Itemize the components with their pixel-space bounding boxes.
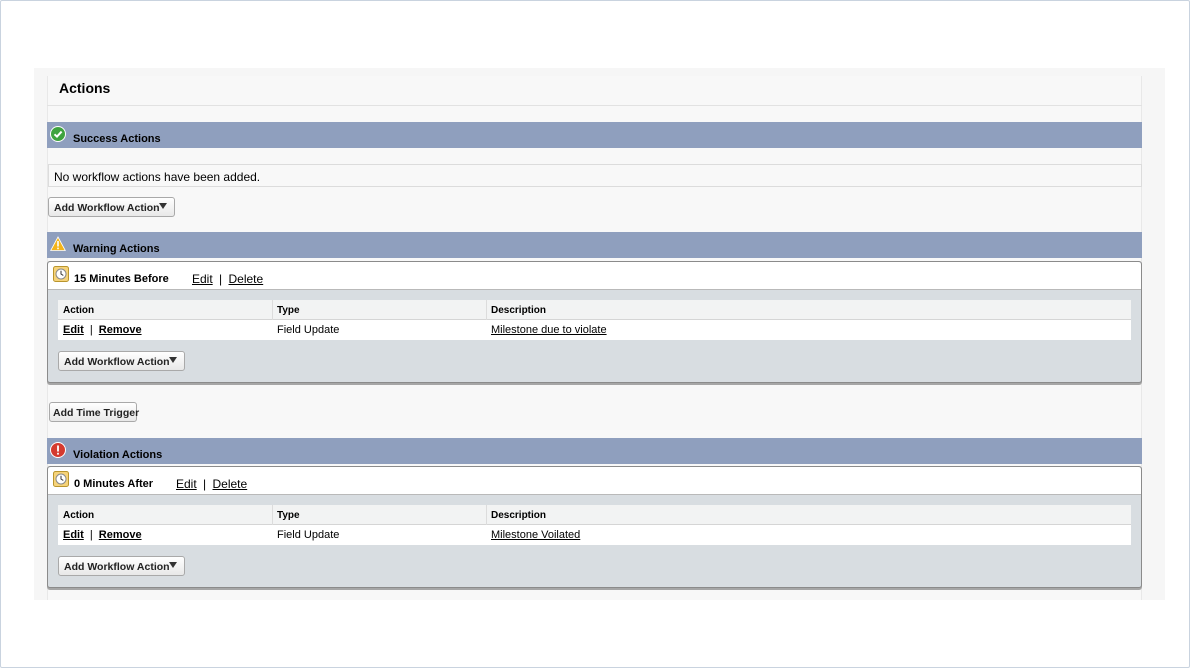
add-workflow-action-label: Add Workflow Action <box>54 202 160 214</box>
error-circle-icon <box>50 442 66 458</box>
link-separator: | <box>89 324 93 336</box>
row-remove-link[interactable]: Remove <box>99 324 142 336</box>
trigger-edit-link[interactable]: Edit <box>192 272 213 286</box>
table-row: Edit | Remove Field Update Milestone Voi… <box>58 525 1131 545</box>
column-header-type: Type <box>277 510 300 521</box>
add-workflow-action-label: Add Workflow Action <box>64 356 170 368</box>
row-remove-link[interactable]: Remove <box>99 529 142 541</box>
column-header-description: Description <box>491 510 547 521</box>
success-actions-header: Success Actions <box>47 122 1142 148</box>
time-trigger-header: 15 Minutes Before Edit | Delete <box>48 262 1141 290</box>
trigger-name: 0 Minutes After <box>74 478 154 490</box>
success-add-workflow-action-button[interactable]: Add Workflow Action <box>48 197 175 217</box>
row-description-link[interactable]: Milestone due to violate <box>491 324 607 336</box>
add-workflow-action-label: Add Workflow Action <box>64 561 170 573</box>
title-divider <box>47 105 1142 106</box>
trigger-links: Edit | Delete <box>176 477 247 491</box>
column-divider <box>486 300 487 320</box>
column-divider <box>486 505 487 525</box>
success-actions-label: Success Actions <box>73 133 161 145</box>
check-circle-icon <box>50 126 66 142</box>
empty-actions-message: No workflow actions have been added. <box>54 170 261 184</box>
trigger-delete-link[interactable]: Delete <box>229 272 264 286</box>
trigger-name: 15 Minutes Before <box>74 273 169 285</box>
trigger-links: Edit | Delete <box>192 272 263 286</box>
row-edit-link[interactable]: Edit <box>63 529 84 541</box>
warning-add-workflow-action-button[interactable]: Add Workflow Action <box>58 351 185 371</box>
time-trigger-header: 0 Minutes After Edit | Delete <box>48 467 1141 495</box>
clock-icon <box>53 266 69 282</box>
empty-actions-box: No workflow actions have been added. <box>48 164 1142 187</box>
add-time-trigger-label: Add Time Trigger <box>53 407 140 419</box>
warning-time-trigger: 15 Minutes Before Edit | Delete Action T… <box>47 261 1142 383</box>
table-row: Edit | Remove Field Update Milestone due… <box>58 320 1131 340</box>
column-header-action: Action <box>63 305 95 316</box>
add-time-trigger-button[interactable]: Add Time Trigger <box>49 402 140 422</box>
link-separator: | <box>89 529 93 541</box>
row-action-links: Edit | Remove <box>63 324 142 336</box>
violation-actions-label: Violation Actions <box>73 449 163 461</box>
table-header-row: Action Type Description <box>58 300 1131 320</box>
trigger-delete-link[interactable]: Delete <box>213 477 248 491</box>
column-divider <box>272 505 273 525</box>
violation-time-trigger: 0 Minutes After Edit | Delete Action Typ… <box>47 466 1142 588</box>
link-separator: | <box>203 477 207 491</box>
row-action-links: Edit | Remove <box>63 529 142 541</box>
dropdown-caret-icon <box>169 357 177 363</box>
warning-actions-header: Warning Actions <box>47 232 1142 258</box>
link-separator: | <box>219 272 223 286</box>
column-header-description: Description <box>491 305 547 316</box>
column-header-action: Action <box>63 510 95 521</box>
row-type: Field Update <box>277 324 340 336</box>
table-header-row: Action Type Description <box>58 505 1131 525</box>
column-divider <box>272 300 273 320</box>
warning-triangle-icon <box>50 236 66 251</box>
violation-add-workflow-action-button[interactable]: Add Workflow Action <box>58 556 185 576</box>
row-edit-link[interactable]: Edit <box>63 324 84 336</box>
row-type: Field Update <box>277 529 340 541</box>
dropdown-caret-icon <box>169 562 177 568</box>
violation-actions-header: Violation Actions <box>47 438 1142 464</box>
column-header-type: Type <box>277 305 300 316</box>
row-description-link[interactable]: Milestone Voilated <box>491 529 580 541</box>
page-title: Actions <box>59 80 111 96</box>
dropdown-caret-icon <box>159 203 167 209</box>
warning-actions-label: Warning Actions <box>73 243 160 255</box>
trigger-edit-link[interactable]: Edit <box>176 477 197 491</box>
clock-icon <box>53 471 69 487</box>
